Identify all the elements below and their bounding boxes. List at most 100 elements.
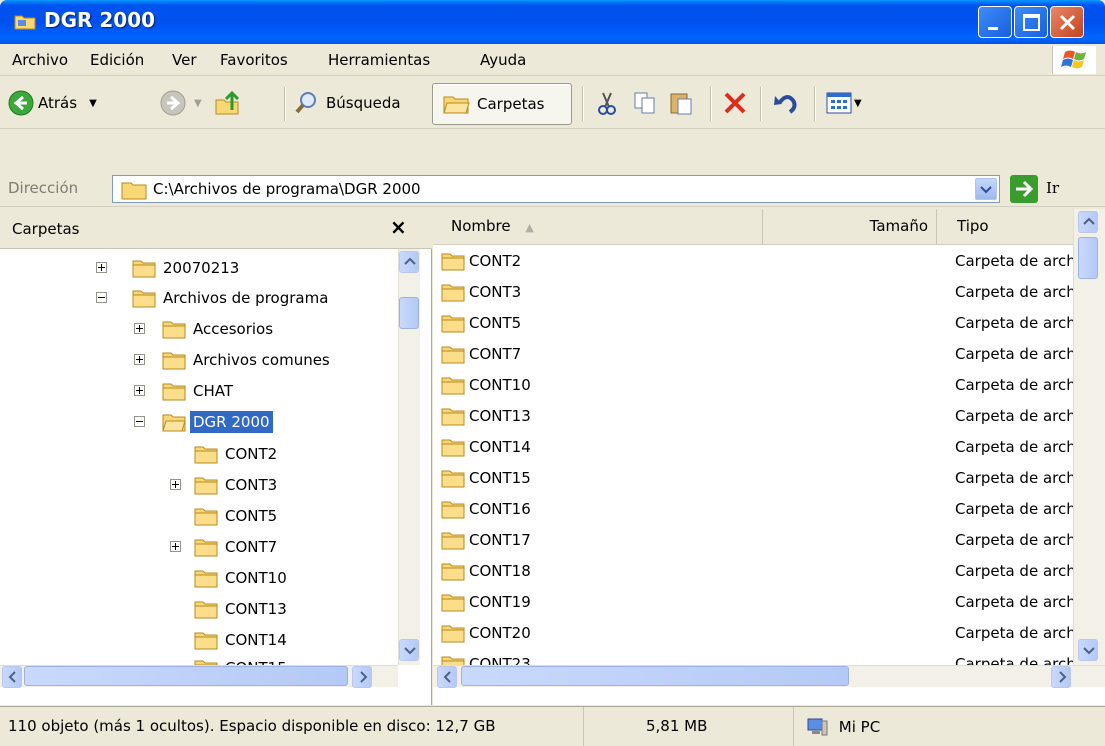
tree-item[interactable]: CONT2: [194, 439, 280, 469]
address-input[interactable]: C:\Archivos de programa\DGR 2000: [112, 175, 1000, 203]
column-header: Nombre ▲ Tamaño Tipo: [433, 209, 1073, 245]
scroll-left-button[interactable]: [2, 666, 22, 688]
tree-item[interactable]: CHAT: [134, 376, 236, 406]
tree-item[interactable]: CONT10: [194, 563, 290, 593]
tree-item[interactable]: DGR 2000: [134, 407, 273, 437]
tree-item-label: CONT5: [225, 507, 278, 525]
list-item[interactable]: CONT23 Carpeta de archivos: [441, 648, 1073, 665]
paste-button[interactable]: [668, 85, 694, 121]
list-item[interactable]: CONT14 Carpeta de archivos: [441, 431, 1073, 462]
search-icon: [295, 92, 316, 114]
tree-item[interactable]: CONT14: [194, 625, 290, 655]
delete-button[interactable]: [722, 85, 748, 121]
list-horizontal-scrollbar[interactable]: [433, 665, 1105, 688]
scroll-right-button[interactable]: [352, 666, 372, 688]
address-dropdown-button[interactable]: [975, 178, 997, 200]
back-button[interactable]: Atrás ▼: [8, 85, 97, 121]
tree-item[interactable]: Archivos comunes: [134, 345, 333, 375]
status-size-text: 5,81 MB: [646, 717, 708, 735]
collapse-icon[interactable]: [96, 292, 107, 303]
list-item[interactable]: CONT13 Carpeta de archivos: [441, 400, 1073, 431]
menu-archivo[interactable]: Archivo: [12, 51, 68, 69]
undo-button[interactable]: [772, 85, 800, 121]
collapse-icon[interactable]: [134, 416, 145, 427]
tree-item[interactable]: CONT13: [194, 594, 290, 624]
item-type: Carpeta de archivos: [955, 406, 1073, 425]
folder-icon: [441, 532, 465, 549]
column-name[interactable]: Nombre ▲: [433, 209, 763, 245]
close-button[interactable]: [1050, 6, 1084, 38]
scroll-thumb[interactable]: [24, 666, 348, 686]
folder-tree: 20070213 Archivos de programa Accesorios…: [0, 249, 398, 665]
back-dropdown-icon[interactable]: ▼: [89, 98, 97, 109]
folders-pane: Carpetas × 20070213 Archivos de programa…: [0, 209, 432, 705]
up-folder-button[interactable]: [214, 85, 244, 121]
menu-ver[interactable]: Ver: [172, 51, 197, 69]
expand-icon[interactable]: [134, 354, 145, 365]
scroll-up-button[interactable]: [1078, 211, 1098, 233]
folders-label: Carpetas: [477, 95, 545, 113]
scroll-thumb[interactable]: [1078, 237, 1098, 279]
views-dropdown-icon[interactable]: ▼: [854, 98, 862, 109]
go-button[interactable]: [1010, 175, 1038, 203]
go-label[interactable]: Ir: [1046, 179, 1059, 197]
menu-herramientas[interactable]: Herramientas: [328, 51, 430, 69]
folder-icon: [441, 563, 465, 580]
forward-dropdown-icon[interactable]: ▼: [194, 98, 202, 109]
list-item[interactable]: CONT19 Carpeta de archivos: [441, 586, 1073, 617]
expand-icon[interactable]: [134, 385, 145, 396]
scroll-thumb[interactable]: [399, 297, 419, 329]
list-item[interactable]: CONT18 Carpeta de archivos: [441, 555, 1073, 586]
cut-button[interactable]: [594, 85, 620, 121]
list-vertical-scrollbar[interactable]: [1073, 209, 1105, 665]
views-button[interactable]: ▼: [826, 85, 862, 121]
list-item[interactable]: CONT15 Carpeta de archivos: [441, 462, 1073, 493]
list-item[interactable]: CONT3 Carpeta de archivos: [441, 276, 1073, 307]
copy-button[interactable]: [632, 85, 658, 121]
tree-item-label: CONT13: [225, 600, 287, 618]
item-name: CONT2: [469, 251, 522, 270]
minimize-button[interactable]: [978, 6, 1012, 38]
list-item[interactable]: CONT16 Carpeta de archivos: [441, 493, 1073, 524]
list-item[interactable]: CONT17 Carpeta de archivos: [441, 524, 1073, 555]
folders-button[interactable]: Carpetas: [432, 83, 572, 125]
column-type[interactable]: Tipo: [937, 209, 1073, 245]
scroll-up-button[interactable]: [399, 251, 419, 273]
expand-icon[interactable]: [134, 323, 145, 334]
menu-ayuda[interactable]: Ayuda: [480, 51, 526, 69]
scroll-thumb[interactable]: [461, 666, 849, 686]
close-pane-icon[interactable]: ×: [390, 215, 407, 239]
search-button[interactable]: Búsqueda: [294, 85, 401, 121]
list-item[interactable]: CONT7 Carpeta de archivos: [441, 338, 1073, 369]
scroll-down-button[interactable]: [1078, 639, 1098, 661]
scroll-down-button[interactable]: [399, 639, 419, 661]
tree-item[interactable]: CONT15: [194, 653, 290, 665]
expand-icon[interactable]: [96, 262, 107, 273]
list-item[interactable]: CONT2 Carpeta de archivos: [441, 245, 1073, 276]
tree-item[interactable]: Accesorios: [134, 314, 276, 344]
list-item[interactable]: CONT10 Carpeta de archivos: [441, 369, 1073, 400]
menu-edicion[interactable]: Edición: [90, 51, 144, 69]
tree-horizontal-scrollbar[interactable]: [0, 665, 398, 688]
tree-vertical-scrollbar[interactable]: [398, 249, 420, 665]
menu-favoritos[interactable]: Favoritos: [220, 51, 288, 69]
list-item[interactable]: CONT20 Carpeta de archivos: [441, 617, 1073, 648]
tree-item[interactable]: 20070213: [96, 253, 242, 283]
tree-item[interactable]: Archivos de programa: [96, 283, 331, 313]
expand-icon[interactable]: [170, 479, 181, 490]
scroll-left-button[interactable]: [437, 666, 457, 688]
expand-icon[interactable]: [170, 541, 181, 552]
toolbar: Atrás ▼ ▼ Búsqueda Carpetas ▼ Dirección …: [0, 77, 1105, 207]
tree-item[interactable]: CONT5: [194, 501, 280, 531]
scroll-right-button[interactable]: [1051, 666, 1071, 688]
go-arrow-icon: [1016, 180, 1034, 198]
tree-item[interactable]: CONT3: [170, 470, 280, 500]
tree-item-label: 20070213: [163, 259, 240, 277]
maximize-button[interactable]: [1014, 6, 1048, 38]
column-size[interactable]: Tamaño: [763, 209, 937, 245]
list-item[interactable]: CONT5 Carpeta de archivos: [441, 307, 1073, 338]
tree-item[interactable]: CONT7: [170, 532, 280, 562]
title-bar[interactable]: DGR 2000: [0, 0, 1105, 44]
forward-button[interactable]: ▼: [160, 85, 202, 121]
folder-icon: [441, 315, 465, 332]
